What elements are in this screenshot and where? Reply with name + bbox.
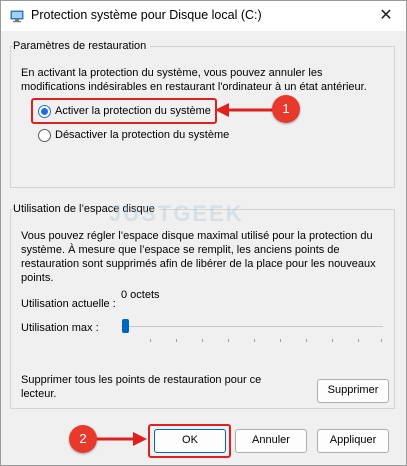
slider-tick bbox=[306, 339, 307, 342]
slider-tick bbox=[280, 339, 281, 342]
delete-button[interactable]: Supprimer bbox=[317, 379, 389, 403]
restore-settings-title: Paramètres de restauration bbox=[13, 40, 151, 52]
cancel-button[interactable]: Annuler bbox=[235, 429, 307, 453]
slider-tick bbox=[254, 339, 255, 342]
slider-tick bbox=[228, 339, 229, 342]
annotation-badge-1: 1 bbox=[272, 95, 300, 123]
current-usage-value: 0 octets bbox=[121, 289, 160, 301]
disk-description: Vous pouvez régler l’espace disque maxim… bbox=[21, 230, 376, 284]
highlight-enable-option bbox=[31, 98, 217, 124]
system-protection-icon bbox=[10, 10, 24, 23]
annotation-badge-2: 2 bbox=[69, 425, 97, 453]
annotation-arrow-2 bbox=[97, 432, 147, 446]
slider-tick bbox=[381, 339, 382, 342]
watermark: JUSTGEEK bbox=[109, 201, 244, 226]
slider-tick bbox=[150, 339, 151, 342]
max-usage-label: Utilisation max : bbox=[21, 322, 99, 334]
delete-description: Supprimer tous les points de restauratio… bbox=[21, 374, 262, 400]
slider-tick bbox=[332, 339, 333, 342]
apply-button[interactable]: Appliquer bbox=[317, 429, 389, 453]
disable-protection-radio[interactable] bbox=[38, 129, 51, 142]
window-title: Protection système pour Disque local (C:… bbox=[31, 8, 262, 22]
slider-tick bbox=[176, 339, 177, 342]
slider-tick bbox=[358, 339, 359, 342]
highlight-ok-button bbox=[148, 424, 231, 458]
close-button[interactable]: ✕ bbox=[374, 5, 398, 27]
restore-description: En activant la protection du système, vo… bbox=[21, 67, 367, 93]
system-protection-dialog: Protection système pour Disque local (C:… bbox=[0, 0, 407, 466]
title-bar: Protection système pour Disque local (C:… bbox=[1, 1, 406, 31]
disable-protection-label[interactable]: Désactiver la protection du système bbox=[55, 129, 229, 141]
current-usage-label: Utilisation actuelle : bbox=[21, 298, 116, 310]
max-usage-slider-thumb[interactable] bbox=[122, 319, 129, 333]
slider-tick bbox=[202, 339, 203, 342]
annotation-arrow-1 bbox=[215, 103, 273, 117]
max-usage-slider-track[interactable] bbox=[121, 326, 383, 327]
